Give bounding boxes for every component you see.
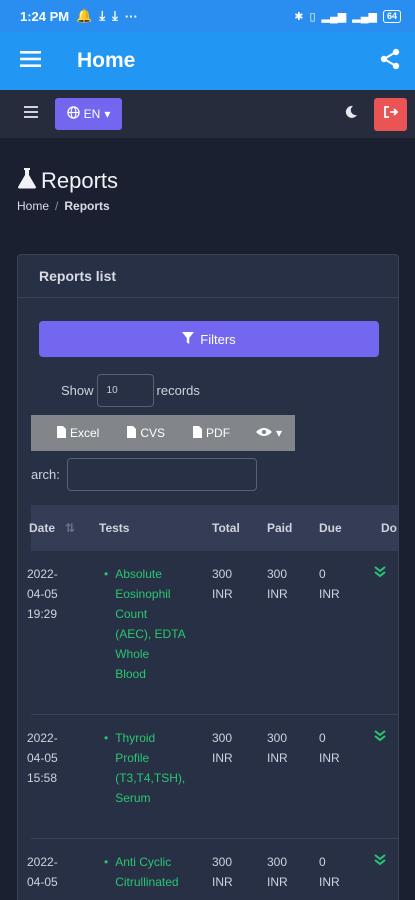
share-icon[interactable] bbox=[379, 48, 401, 75]
logout-button[interactable] bbox=[374, 97, 407, 131]
reports-card: Reports list Filters Show 10 records Exc… bbox=[17, 254, 399, 900]
cell-paid: 300 INR bbox=[267, 855, 288, 889]
double-check-icon bbox=[374, 564, 386, 584]
cell-total: 300 INR bbox=[212, 731, 233, 765]
cell-paid: 300 INR bbox=[267, 731, 288, 765]
file-icon bbox=[193, 425, 203, 441]
filters-label: Filters bbox=[200, 331, 236, 347]
breadcrumb-home[interactable]: Home bbox=[17, 199, 49, 213]
csv-label: CVS bbox=[140, 426, 166, 440]
top-toolbar: EN ▾ bbox=[0, 90, 415, 138]
excel-label: Excel bbox=[70, 426, 100, 440]
language-dropdown[interactable]: EN ▾ bbox=[55, 98, 122, 130]
double-check-icon bbox=[374, 852, 386, 872]
more-dots: ··· bbox=[124, 8, 138, 24]
cell-total: 300 INR bbox=[212, 855, 233, 889]
double-check-icon bbox=[374, 728, 386, 748]
page-length-select[interactable]: 10 bbox=[96, 374, 154, 407]
filter-icon bbox=[182, 331, 195, 347]
sort-icon: ⇅ bbox=[65, 521, 76, 535]
cell-due: 0 INR bbox=[319, 731, 340, 765]
sidebar-toggle-icon[interactable] bbox=[24, 105, 38, 123]
cell-date: 2022- 04-05 19:29 bbox=[27, 567, 58, 621]
column-done[interactable]: Do bbox=[381, 521, 397, 535]
battery-icon: 64 bbox=[382, 9, 401, 23]
show-label: Show bbox=[61, 383, 94, 398]
globe-icon bbox=[66, 106, 80, 122]
table-row[interactable]: 2022- 04-05 Anti Cyclic Citrullinated 30… bbox=[27, 839, 398, 900]
column-due[interactable]: Due bbox=[319, 521, 342, 535]
table-row[interactable]: 2022- 04-05 15:58 Thyroid Profile (T3,T4… bbox=[27, 715, 398, 839]
signal-icon: ▂▄▆ bbox=[321, 10, 347, 23]
filters-button[interactable]: Filters bbox=[39, 321, 379, 357]
column-tests[interactable]: Tests bbox=[99, 521, 129, 535]
page-length-control: Show 10 records bbox=[61, 374, 200, 407]
column-paid[interactable]: Paid bbox=[267, 521, 292, 535]
pdf-button[interactable]: PDF bbox=[193, 425, 231, 441]
download-icon: ⤓ bbox=[112, 8, 118, 23]
card-title: Reports list bbox=[18, 255, 398, 298]
status-bar: 1:24 PM 🔔 ⤓ ⤓ ··· ✱ ▯ ▂▄▆ ▂▄▆ 64 bbox=[0, 0, 415, 32]
file-icon bbox=[57, 425, 66, 441]
caret-down-icon: ▾ bbox=[276, 426, 283, 440]
cell-tests: Anti Cyclic Citrullinated bbox=[104, 852, 178, 889]
signal-icon: ▂▄▆ bbox=[352, 10, 377, 23]
cell-date: 2022- 04-05 15:58 bbox=[27, 731, 58, 785]
column-total[interactable]: Total bbox=[212, 521, 240, 535]
breadcrumb-separator: / bbox=[55, 199, 59, 213]
pdf-label: PDF bbox=[206, 426, 231, 440]
table-row[interactable]: 2022- 04-05 19:29 Absolute Eosinophil Co… bbox=[27, 551, 398, 715]
moon-icon[interactable] bbox=[344, 105, 358, 124]
cell-tests: Thyroid Profile (T3,T4,TSH), Serum bbox=[104, 728, 185, 805]
page-title-text: Reports bbox=[41, 168, 119, 193]
column-date[interactable]: Date bbox=[29, 521, 55, 535]
test-name[interactable]: Absolute Eosinophil Count (AEC), EDTA Wh… bbox=[115, 564, 187, 684]
cell-paid: 300 INR bbox=[267, 567, 288, 601]
csv-button[interactable]: CVS bbox=[127, 425, 166, 441]
bluetooth-icon: ✱ bbox=[294, 10, 304, 23]
column-visibility-button[interactable]: ▾ bbox=[256, 426, 282, 440]
flask-icon bbox=[17, 167, 37, 195]
test-name[interactable]: Thyroid Profile (T3,T4,TSH), Serum bbox=[115, 728, 187, 808]
file-icon bbox=[127, 425, 137, 441]
table-header: Date ⇅ Tests Total Paid Due Do bbox=[29, 505, 398, 551]
search-label: arch: bbox=[31, 467, 60, 482]
excel-button[interactable]: Excel bbox=[57, 425, 100, 441]
search-input[interactable] bbox=[66, 458, 257, 491]
search-control: arch: bbox=[31, 458, 257, 491]
app-bar: Home bbox=[0, 32, 415, 90]
menu-icon[interactable] bbox=[20, 50, 41, 72]
export-toolbar: Excel CVS PDF ▾ bbox=[31, 415, 295, 451]
breadcrumb-current: Reports bbox=[64, 199, 110, 213]
breadcrumb: Home / Reports bbox=[17, 199, 110, 213]
page-title: Reports bbox=[17, 167, 118, 195]
caret-down-icon: ▾ bbox=[104, 107, 111, 121]
logout-icon bbox=[383, 105, 398, 123]
bell-icon: 🔔 bbox=[76, 8, 93, 23]
cell-due: 0 INR bbox=[319, 567, 340, 601]
eye-icon bbox=[256, 426, 273, 440]
cell-total: 300 INR bbox=[212, 567, 233, 601]
page-length-value: 10 bbox=[106, 385, 118, 396]
records-label: records bbox=[156, 383, 200, 398]
test-name[interactable]: Anti Cyclic Citrullinated bbox=[115, 852, 187, 892]
cell-date: 2022- 04-05 bbox=[27, 855, 58, 889]
language-label: EN bbox=[83, 107, 101, 121]
download-icon: ⤓ bbox=[99, 8, 106, 23]
reports-table: Date ⇅ Tests Total Paid Due Do 2022- 04-… bbox=[27, 505, 398, 900]
clock: 1:24 PM bbox=[20, 8, 70, 24]
app-title: Home bbox=[77, 49, 136, 72]
cell-due: 0 INR bbox=[319, 855, 340, 889]
vibrate-icon: ▯ bbox=[309, 10, 316, 23]
cell-tests: Absolute Eosinophil Count (AEC), EDTA Wh… bbox=[104, 564, 185, 681]
